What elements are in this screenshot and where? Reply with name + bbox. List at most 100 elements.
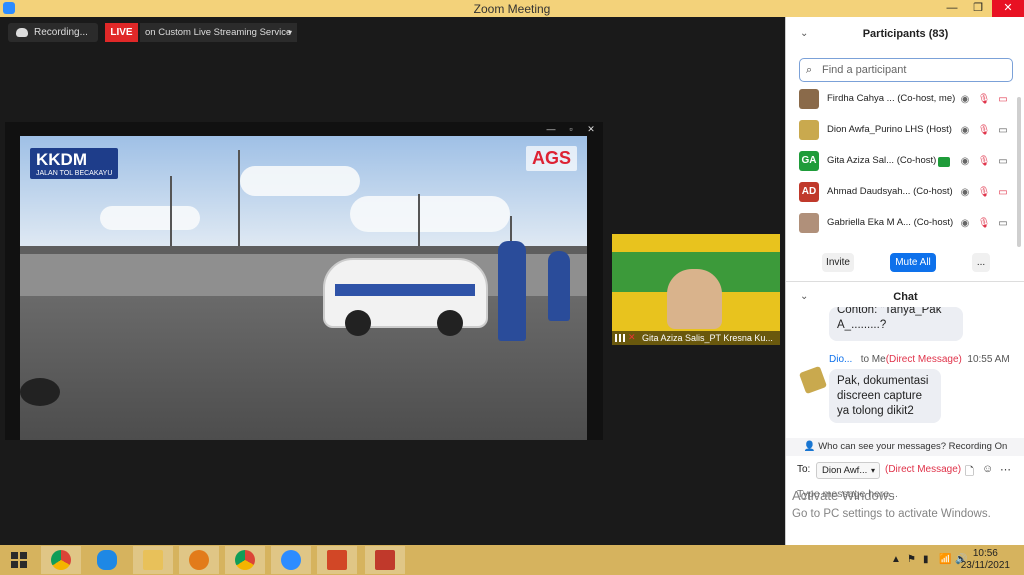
participant-name: Dion Awfa_Purino LHS (Host): [827, 124, 952, 135]
activate-windows-watermark: Activate Windows Go to PC settings to ac…: [792, 488, 991, 520]
participant-row[interactable]: Firdha Cahya ... (Co-host, me) ◉ 🎙 ▭: [786, 85, 1024, 115]
street-light: [170, 176, 172, 256]
car-wheel: [345, 310, 371, 336]
video-off-icon[interactable]: ▭: [996, 93, 1010, 107]
media-player-icon: [189, 550, 209, 570]
close-button[interactable]: ✕: [992, 0, 1024, 17]
collapse-chevron-icon[interactable]: ⌄: [800, 283, 808, 311]
tray-arrow-icon[interactable]: ▲: [891, 554, 901, 565]
search-icon: ⌕: [806, 64, 813, 76]
shared-restore-button[interactable]: ▫: [561, 122, 581, 136]
app-icon: [375, 550, 395, 570]
taskbar-powerpoint[interactable]: [317, 546, 357, 574]
taskbar-media[interactable]: [179, 546, 219, 574]
worker-figure: [548, 251, 570, 321]
taskbar-file-explorer[interactable]: [133, 546, 173, 574]
taskbar-chrome-2[interactable]: [225, 546, 265, 574]
powerpoint-icon: [327, 550, 347, 570]
chevron-down-icon: ▾: [287, 28, 292, 37]
chat-message: Pak, dokumentasi discreen capture ya tol…: [829, 369, 941, 423]
participant-row[interactable]: Gabriella Eka M A... (Co-host) ◉ 🎙 ▭: [786, 209, 1024, 239]
system-clock[interactable]: 10:56 23/11/2021: [961, 548, 1010, 572]
direct-message-tag: (Direct Message): [885, 354, 962, 365]
video-frame: KKDM JALAN TOL BECAKAYU AGS: [20, 136, 587, 440]
side-panel: ⌄ Participants (83) ⌕ Find a participant…: [785, 17, 1024, 545]
worker-figure: [498, 241, 526, 341]
chat-title: Chat: [893, 291, 918, 303]
signal-icon: [615, 334, 625, 342]
taskbar-internet-explorer[interactable]: [87, 546, 127, 574]
flag-icon[interactable]: ⚑: [907, 554, 916, 565]
participant-row[interactable]: AD Ahmad Daudsyah... (Co-host) ◉ 🎙 ▭: [786, 178, 1024, 208]
battery-icon[interactable]: ▮: [923, 554, 929, 565]
more-options-button[interactable]: ...: [972, 253, 990, 272]
shared-screen-video[interactable]: — ▫ ✕ KKDM JALAN TOL BECAKAYU AGS: [5, 122, 603, 440]
windows-logo-icon: [11, 552, 27, 568]
start-button[interactable]: [0, 545, 38, 575]
invite-button[interactable]: Invite: [822, 253, 854, 272]
folder-icon: [143, 550, 163, 570]
mic-muted-icon[interactable]: 🎙: [977, 124, 991, 138]
participant-status-icons: ◉ 🎙 ▭: [956, 186, 1022, 200]
clock-date: 23/11/2021: [960, 560, 1010, 571]
cloud-shape: [100, 206, 200, 230]
to-label: To:: [797, 464, 811, 475]
emoji-icon[interactable]: ☺: [982, 463, 993, 475]
collapse-chevron-icon[interactable]: ⌄: [800, 20, 808, 48]
video-icon[interactable]: ▭: [996, 124, 1010, 138]
recording-label: Recording...: [34, 27, 88, 38]
shared-window-controls: — ▫ ✕: [541, 122, 603, 136]
taskbar-zoom[interactable]: [271, 546, 311, 574]
recording-eye-icon: ◉: [960, 94, 970, 105]
restore-button[interactable]: ❐: [964, 0, 992, 17]
participants-title: Participants (83): [862, 28, 949, 40]
mic-muted-icon[interactable]: 🎙: [977, 93, 991, 107]
kkdm-logo: KKDM JALAN TOL BECAKAYU: [30, 148, 119, 179]
chrome-icon: [235, 550, 255, 570]
recording-eye-icon: ◉: [960, 125, 970, 136]
mic-muted-icon[interactable]: 🎙: [977, 217, 991, 231]
participant-row[interactable]: GA Gita Aziza Sal... (Co-host) ◉ 🎙 ▭: [786, 147, 1024, 177]
participants-header: ⌄ Participants (83): [786, 20, 1024, 48]
watermark-title: Activate Windows: [792, 488, 895, 503]
previous-message-text: Contoh: "Tanya_Pak A_.........?: [837, 307, 942, 331]
file-icon[interactable]: 🗋: [965, 463, 974, 482]
recording-indicator[interactable]: Recording...: [8, 23, 98, 42]
participant-scrollbar[interactable]: [1015, 77, 1023, 277]
participant-name: Gita Aziza Sal... (Co-host): [827, 155, 937, 166]
clock-time: 10:56: [972, 548, 998, 559]
mic-muted-icon[interactable]: 🎙: [977, 186, 991, 200]
video-icon[interactable]: ▭: [996, 155, 1010, 169]
message-time: 10:55 AM: [967, 354, 1010, 365]
video-off-icon[interactable]: ▭: [996, 186, 1010, 200]
recipient-dropdown[interactable]: Dion Awf... ▾: [816, 462, 880, 479]
more-icon[interactable]: ⋯: [1000, 463, 1011, 476]
minimize-button[interactable]: —: [938, 0, 966, 17]
scrollbar-thumb[interactable]: [1017, 97, 1021, 247]
shared-minimize-button[interactable]: —: [541, 122, 561, 136]
panel-divider: [786, 281, 1024, 282]
message-privacy-notice[interactable]: 👤 Who can see your messages? Recording O…: [786, 438, 1024, 456]
chat-message-text: Pak, dokumentasi discreen capture ya tol…: [837, 375, 929, 417]
mic-muted-icon[interactable]: 🎙: [977, 155, 991, 169]
participant-search-input[interactable]: ⌕ Find a participant: [799, 58, 1013, 82]
live-stream-dropdown[interactable]: on Custom Live Streaming Service ▾: [140, 23, 297, 42]
video-icon[interactable]: ▭: [996, 217, 1010, 231]
recording-eye-icon: ◉: [960, 156, 970, 167]
network-icon[interactable]: 📶: [939, 554, 951, 565]
taskbar-app[interactable]: [365, 546, 405, 574]
cloud-record-icon: [16, 28, 28, 37]
avatar: [799, 89, 819, 109]
thumbnail-name-label: Gita Aziza Salis_PT Kresna Ku...: [612, 331, 780, 345]
recording-eye-icon: ◉: [960, 218, 970, 229]
mute-all-button[interactable]: Mute All: [890, 253, 936, 272]
shared-close-button[interactable]: ✕: [581, 122, 601, 136]
recipient-label: to Me: [860, 354, 886, 365]
sender-name[interactable]: Dio...: [829, 354, 852, 365]
screen-share-icon: [938, 157, 950, 167]
avatar: GA: [799, 151, 819, 171]
participant-row[interactable]: Dion Awfa_Purino LHS (Host) ◉ 🎙 ▭: [786, 116, 1024, 146]
live-badge: LIVE: [105, 23, 138, 42]
participant-video-thumbnail[interactable]: Gita Aziza Salis_PT Kresna Ku... ✕: [612, 234, 780, 345]
taskbar-chrome[interactable]: [41, 546, 81, 574]
